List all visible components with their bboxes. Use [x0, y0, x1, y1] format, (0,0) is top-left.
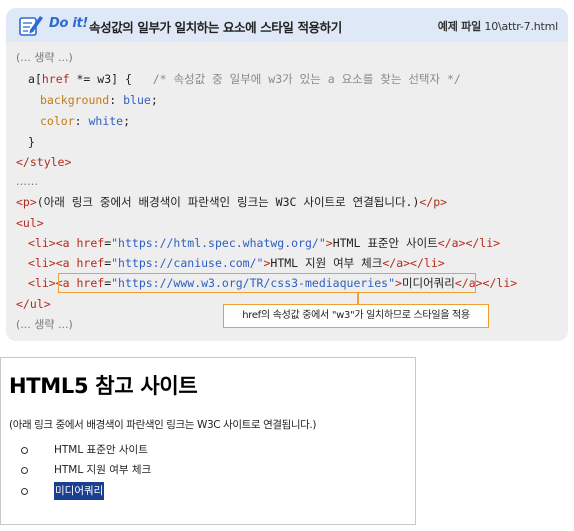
code-omitted-top: (... 생략 ...): [16, 51, 73, 64]
code-background-line: background: blue;: [40, 93, 158, 107]
code-ul-close: </ul>: [16, 297, 51, 311]
code-panel: (... 생략 ...) a[href *= w3] { /* 속성값 중 일부…: [6, 42, 568, 341]
pencil-notepad-icon: [19, 16, 43, 36]
file-label: 예제 파일: [437, 20, 482, 33]
bullet-circle-icon: [21, 488, 28, 495]
callout-note: href의 속성값 중에서 "w3"가 일치하므로 스타일을 적용: [223, 304, 489, 328]
code-paragraph-line: <p>(아래 링크 중에서 배경색이 파란색인 링크는 W3C 사이트로 연결됩…: [16, 195, 448, 209]
code-style-close: </style>: [16, 155, 72, 169]
callout-connector: [357, 293, 359, 304]
code-ellipsis: ……: [16, 175, 38, 188]
code-selector-line: a[href *= w3] { /* 속성값 중 일부에 w3가 있는 a 요소…: [28, 72, 461, 86]
code-ul-open: <ul>: [16, 216, 44, 230]
code-omitted-bottom: (... 생략 ...): [16, 318, 73, 331]
doit-badge: Do it!: [49, 16, 89, 31]
bullet-circle-icon: [21, 467, 28, 474]
code-color-line: color: white;: [40, 114, 131, 128]
output-paragraph: (아래 링크 중에서 배경색이 파란색인 링크는 W3C 사이트로 연결됩니다.…: [9, 419, 317, 431]
example-header: Do it! 속성값의 일부가 일치하는 요소에 스타일 적용하기 예제 파일 …: [6, 8, 568, 42]
rendered-output: HTML5 참고 사이트 (아래 링크 중에서 배경색이 파란색인 링크는 W3…: [0, 357, 416, 525]
link-mediaqueries[interactable]: 미디어쿼리: [54, 482, 105, 500]
code-link-line-1: <li><a href="https://html.spec.whatwg.or…: [28, 236, 501, 250]
code-rule-close: }: [28, 135, 35, 149]
link-html-spec[interactable]: HTML 표준안 사이트: [54, 441, 148, 459]
link-caniuse[interactable]: HTML 지원 여부 체크: [54, 461, 151, 479]
page-heading: HTML5 참고 사이트: [9, 374, 198, 398]
bullet-circle-icon: [21, 447, 28, 454]
file-path: 10\attr-7.html: [484, 20, 558, 33]
highlight-box: [58, 273, 476, 293]
example-file: 예제 파일 10\attr-7.html: [438, 18, 558, 34]
example-title: 속성값의 일부가 일치하는 요소에 스타일 적용하기: [89, 20, 342, 35]
code-link-line-2: <li><a href="https://caniuse.com/">HTML …: [28, 256, 445, 270]
